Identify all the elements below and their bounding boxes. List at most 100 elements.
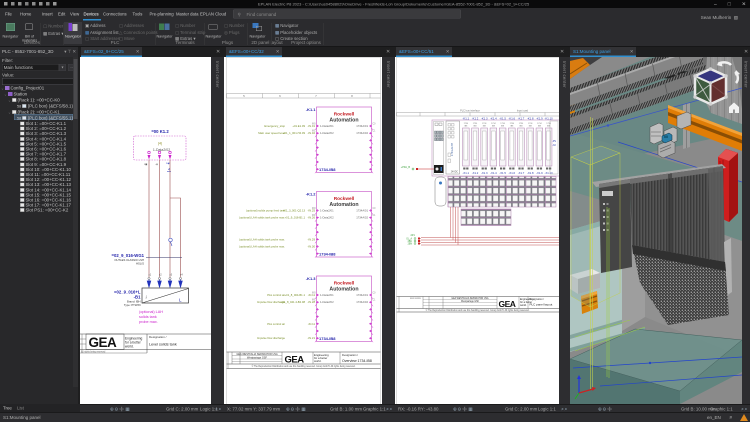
svg-text:Automation: Automation (329, 202, 358, 208)
svg-text:›■: ›■ (144, 163, 147, 167)
svg-text:-X1.9: -X1.9 (536, 171, 543, 175)
svg-text:PLC bus interface: PLC bus interface (460, 110, 480, 113)
svg-text:1734A/01: 1734A/01 (356, 124, 368, 128)
svg-text:PAL control air: PAL control air (267, 293, 285, 297)
svg-text:1-Data2/01: 1-Data2/01 (320, 293, 334, 297)
svg-text:-X1.6: -X1.6 (509, 171, 516, 175)
svg-text:Type: PTW33: Type: PTW33 (124, 303, 141, 307)
svg-text:Designation /: Designation / (530, 298, 545, 301)
svg-text:-IN.25: -IN.25 (308, 209, 316, 213)
svg-text:xxxx xxxxx: xxxx xxxxx (410, 298, 422, 300)
svg-text:-K1.5: -K1.5 (499, 117, 506, 121)
svg-text:world.: world. (520, 304, 527, 307)
svg-text:Main user speed level: Main user speed level (258, 131, 285, 135)
svg-text:-K1.2: -K1.2 (472, 117, 479, 121)
svg-text:PAL control air: PAL control air (267, 322, 285, 326)
svg-text:-K1.2: -K1.2 (306, 192, 317, 197)
svg-text:-K1.1: -K1.1 (463, 117, 470, 121)
svg-text:+01_8_004-B1.1: +01_8_004-B1.1 (285, 293, 306, 297)
svg-text:-IN.02: -IN.02 (308, 131, 316, 135)
svg-text:+01_8_041.4-B2.08: +01_8_041.4-B2.08 (281, 300, 306, 304)
svg-text:-IN.26: -IN.26 (308, 216, 316, 220)
svg-text:Designation /: Designation / (149, 335, 167, 339)
svg-text:-PS: -PS (552, 141, 556, 143)
svg-text:1734-IB8: 1734-IB8 (319, 252, 336, 257)
svg-text:PLC panel layout: PLC panel layout (530, 303, 553, 307)
svg-text:Automation: Automation (329, 287, 358, 293)
svg-text:-IN.11: -IN.11 (308, 322, 316, 326)
svg-text:+01_1_001-H4.09: +01_1_001-H4.09 (283, 131, 306, 135)
svg-text:(optional) LAH solids tank pro: (optional) LAH solids tank probe max. (239, 216, 285, 220)
svg-text:1-Data2/02: 1-Data2/02 (153, 148, 170, 152)
svg-text:solids tank: solids tank (139, 315, 157, 319)
svg-text:© The Reproduction Distributio: © The Reproduction Distribution and use … (252, 365, 356, 368)
svg-text:=00 K1.2: =00 K1.2 (151, 129, 169, 134)
svg-text:OUTLES CLASSIC LSH: OUTLES CLASSIC LSH (114, 258, 144, 262)
svg-text:-K1.9: -K1.9 (536, 117, 543, 121)
svg-text:+PFA_B: +PFA_B (401, 166, 411, 169)
svg-text:GEA WESTFALIA SEPARATOR USA: GEA WESTFALIA SEPARATOR USA (451, 297, 489, 300)
svg-text:-IN.29: -IN.29 (308, 237, 316, 241)
svg-text:1734A/02: 1734A/02 (356, 216, 368, 220)
svg-text:2BN: 2BN (408, 244, 413, 246)
svg-text:1734-IB8: 1734-IB8 (319, 167, 336, 172)
svg-text:24V: 24V (411, 234, 416, 237)
svg-text:Emergency_stop: Emergency_stop (264, 124, 285, 128)
svg-text:-K1.1: -K1.1 (306, 107, 317, 112)
svg-text:world.: world. (314, 359, 322, 363)
svg-text:⋅▾: ⋅▾ (155, 163, 158, 167)
svg-text:GEA: GEA (285, 355, 305, 366)
svg-text:© The Reproduction Distributio: © The Reproduction Distribution and use … (426, 309, 530, 312)
svg-text:-K1.8: -K1.8 (527, 117, 534, 121)
svg-text:-K1.3: -K1.3 (481, 117, 488, 121)
svg-text:world.: world. (125, 345, 134, 349)
svg-text:-X1.2: -X1.2 (472, 171, 479, 175)
svg-text:-IN.21: -IN.21 (308, 336, 316, 340)
svg-text:Westpartage GSF: Westpartage GSF (247, 357, 267, 360)
svg-text:Input card: Input card (517, 110, 529, 113)
svg-text:+01_9_016-B1.1: +01_9_016-B1.1 (285, 216, 306, 220)
svg-text:(optional) LAH solids tank pro: (optional) LAH solids tank probe max. (239, 237, 285, 241)
svg-text:24VDC: 24VDC (451, 172, 459, 174)
svg-text:-K1.4: -K1.4 (490, 117, 497, 121)
svg-text:(optional) solids pump feed ta: (optional) solids pump feed tank (246, 209, 286, 213)
svg-text:-X1.10: -X1.10 (545, 171, 554, 175)
svg-text:GEA: GEA (89, 335, 118, 350)
svg-text:Impulse flow discharge: Impulse flow discharge (257, 336, 285, 340)
svg-text:GEA: GEA (499, 299, 516, 309)
svg-text:-X1.3: -X1.3 (481, 171, 488, 175)
svg-text:probe max.: probe max. (139, 320, 158, 324)
svg-text:Overview 1734-IB8: Overview 1734-IB8 (342, 359, 372, 363)
svg-text:-IN.28: -IN.28 (308, 300, 316, 304)
svg-text:(optional) LAH solids tank pro: (optional) LAH solids tank probe max. (239, 245, 285, 249)
svg-text:-X1.7: -X1.7 (518, 171, 525, 175)
svg-text:Designation /: Designation / (342, 353, 358, 357)
svg-text:-IN.01: -IN.01 (308, 124, 316, 128)
svg-text:-X1.5: -X1.5 (499, 171, 506, 175)
svg-text:-K1.6: -K1.6 (509, 117, 516, 121)
svg-text:-X1.4: -X1.4 (490, 171, 497, 175)
svg-text:+01.E1.09: +01.E1.09 (292, 124, 305, 128)
svg-text:Level solids tank: Level solids tank (149, 343, 177, 347)
svg-text:Brand: IBH: Brand: IBH (127, 300, 140, 304)
svg-text:1734A/01: 1734A/01 (356, 293, 368, 297)
svg-text:-IN.11: -IN.11 (308, 293, 316, 297)
svg-text:-B1: -B1 (134, 295, 141, 300)
svg-text:-K1.7: -K1.7 (518, 117, 525, 121)
svg-text:1-Data2/02: 1-Data2/02 (320, 300, 334, 304)
svg-text:Westpartage GSF: Westpartage GSF (461, 300, 480, 303)
svg-text:1-Data2/01: 1-Data2/01 (320, 124, 334, 128)
svg-text:(optional) LAH: (optional) LAH (139, 310, 163, 314)
svg-text:≈▾: ≈▾ (166, 162, 170, 166)
svg-text:-X1.1: -X1.1 (463, 171, 470, 175)
svg-text:1-Data2/01: 1-Data2/01 (320, 209, 334, 213)
svg-text:1734A/02: 1734A/02 (356, 131, 368, 135)
svg-text:1-Data2/02: 1-Data2/02 (320, 131, 334, 135)
svg-text:-K1.3: -K1.3 (306, 276, 317, 281)
svg-text:=02_9_016-WG1: =02_9_016-WG1 (112, 253, 145, 258)
svg-text:1-Data2/02: 1-Data2/02 (320, 216, 334, 220)
svg-text:-IN.30: -IN.30 (308, 245, 316, 249)
svg-text:Automation: Automation (329, 118, 358, 124)
svg-text:+01_3_001-Q2.13: +01_3_001-Q2.13 (283, 209, 306, 213)
svg-text:1734-AENT: 1734-AENT (451, 142, 454, 156)
